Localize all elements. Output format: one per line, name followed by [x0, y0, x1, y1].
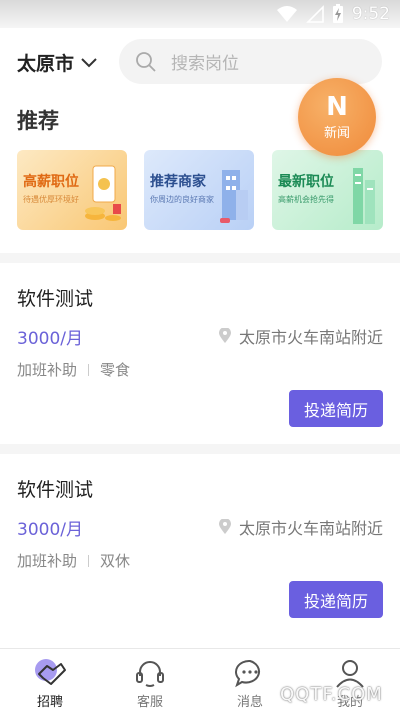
card-title: 推荐商家: [150, 174, 206, 190]
job-location: 太原市火车南站附近: [218, 324, 383, 348]
card-subtitle: 你周边的良好商家: [150, 195, 214, 204]
city-label: 太原市: [17, 53, 75, 75]
status-bar: 9:52: [0, 0, 400, 28]
tab-customer-service[interactable]: 客服: [100, 649, 200, 710]
card-high-salary[interactable]: 高薪职位 待遇优厚环境好: [17, 150, 127, 230]
tab-label: 招聘: [36, 695, 63, 710]
tab-label: 消息: [236, 695, 263, 710]
job-title: 软件测试: [17, 288, 94, 310]
job-location-text: 太原市火车南站附近: [238, 328, 383, 347]
news-badge-button[interactable]: N 新闻: [298, 78, 376, 156]
status-time: 9:52: [351, 4, 390, 24]
job-salary: 3000/月: [17, 329, 83, 349]
card-subtitle: 待遇优厚环境好: [23, 195, 79, 204]
tag-separator: [88, 554, 90, 567]
section-divider: [0, 444, 400, 454]
section-title-recommend: 推荐: [17, 109, 59, 133]
search-placeholder: 搜索岗位: [171, 54, 239, 74]
card-subtitle: 高薪机会抢先得: [278, 195, 334, 204]
watermark: QQTF.COM: [280, 684, 383, 705]
chevron-down-icon: [81, 57, 97, 67]
handshake-icon: [35, 659, 66, 685]
job-salary: 3000/月: [17, 520, 83, 540]
apply-resume-button[interactable]: 投递简历: [289, 390, 383, 427]
card-title: 高薪职位: [23, 174, 79, 190]
chat-bubble-icon: [235, 659, 260, 688]
location-pin-icon: [218, 519, 231, 534]
job-card[interactable]: 软件测试 3000/月 太原市火车南站附近 加班补助 双休 投递简历: [0, 455, 400, 635]
status-icons: 9:52: [276, 4, 390, 24]
job-tag: 双休: [100, 552, 131, 570]
job-tag: 加班补助: [17, 361, 78, 379]
search-input[interactable]: 搜索岗位: [119, 39, 382, 84]
job-tags: 加班补助 双休: [17, 550, 130, 571]
wifi-icon: [276, 6, 297, 22]
job-tags: 加班补助 零食: [17, 359, 130, 380]
recommend-cards: 高薪职位 待遇优厚环境好 推荐商家 你周边的良好商家 最新职位 高薪机会抢先得: [17, 150, 383, 230]
news-label: 新闻: [323, 125, 350, 141]
job-tag: 零食: [100, 361, 131, 379]
headset-icon: [136, 661, 164, 687]
tag-separator: [88, 363, 90, 376]
city-selector[interactable]: 太原市: [17, 49, 98, 76]
card-title: 最新职位: [278, 174, 334, 190]
city-illustration-icon: [353, 168, 375, 224]
job-location: 太原市火车南站附近: [218, 515, 383, 539]
battery-icon: [332, 4, 343, 23]
job-title: 软件测试: [17, 479, 94, 501]
job-card[interactable]: 软件测试 3000/月 太原市火车南站附近 加班补助 零食 投递简历: [0, 264, 400, 444]
signal-icon: [305, 5, 324, 23]
news-logo-icon: N: [326, 91, 348, 122]
job-location-text: 太原市火车南站附近: [238, 519, 383, 538]
tab-label: 客服: [136, 695, 163, 710]
money-illustration-icon: [85, 165, 121, 221]
card-latest-jobs[interactable]: 最新职位 高薪机会抢先得: [272, 150, 383, 230]
location-pin-icon: [218, 328, 231, 343]
job-tag: 加班补助: [17, 552, 78, 570]
search-icon: [136, 51, 156, 72]
tab-recruit[interactable]: 招聘: [0, 649, 100, 710]
buildings-illustration-icon: [220, 170, 248, 223]
card-recommend-merchant[interactable]: 推荐商家 你周边的良好商家: [144, 150, 254, 230]
apply-resume-button[interactable]: 投递简历: [289, 581, 383, 618]
section-divider: [0, 253, 400, 263]
